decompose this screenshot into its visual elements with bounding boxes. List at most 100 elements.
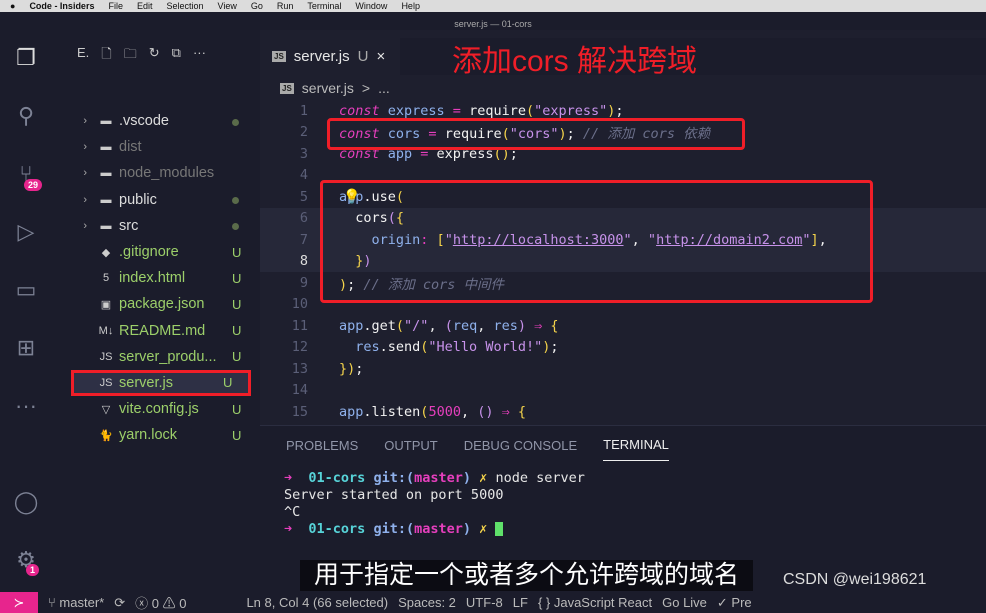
- code-line: 12 res.send("Hello World!");: [260, 337, 986, 359]
- menu-window[interactable]: Window: [355, 1, 387, 11]
- file-icon: JS: [99, 376, 113, 389]
- code-token: express: [379, 102, 453, 119]
- code-token: ;: [615, 102, 624, 119]
- app-name[interactable]: Code - Insiders: [29, 1, 94, 11]
- tab-output[interactable]: OUTPUT: [384, 438, 437, 453]
- menu-go[interactable]: Go: [251, 1, 263, 11]
- git-status: [232, 218, 260, 233]
- tab-terminal[interactable]: TERMINAL: [603, 437, 669, 461]
- tree-item[interactable]: › ▬ dist: [55, 134, 260, 160]
- tree-item[interactable]: ▣ package.json U: [55, 291, 260, 317]
- more-icon[interactable]: ···: [12, 392, 40, 420]
- code-token: ,: [477, 317, 494, 334]
- code-token: {: [550, 317, 559, 334]
- code-token: .listen: [363, 403, 421, 420]
- breadcrumb-file[interactable]: server.js: [302, 80, 354, 96]
- tab-debug-console[interactable]: DEBUG CONSOLE: [464, 438, 577, 453]
- breadcrumb-symbol[interactable]: ...: [378, 80, 390, 96]
- tree-item[interactable]: › ▬ public: [55, 187, 260, 213]
- menu-help[interactable]: Help: [401, 1, 420, 11]
- problems-indicator[interactable]: ⓧ 0 ⚠ 0: [135, 593, 186, 612]
- menu-terminal[interactable]: Terminal: [307, 1, 341, 11]
- scm-badge: 29: [24, 179, 43, 191]
- menu-selection[interactable]: Selection: [166, 1, 203, 11]
- new-file-icon[interactable]: 🗋: [101, 45, 111, 67]
- terminal-cursor: [495, 522, 504, 536]
- line-number: 11: [291, 317, 308, 334]
- eol[interactable]: LF: [513, 595, 528, 610]
- collapse-all-icon[interactable]: ⧉: [172, 45, 181, 67]
- remote-icon[interactable]: ≻: [0, 592, 38, 613]
- code-token: "Hello World!": [428, 339, 543, 356]
- code-token: }: [339, 360, 348, 377]
- status-bar: ≻ ⑂ master* ⟳ ⓧ 0 ⚠ 0 Ln 8, Col 4 (66 se…: [0, 592, 986, 613]
- menu-file[interactable]: File: [108, 1, 123, 11]
- menu-view[interactable]: View: [218, 1, 237, 11]
- tree-item[interactable]: ▽ vite.config.js U: [55, 396, 260, 422]
- tree-item-label: dist: [119, 139, 142, 156]
- tree-item[interactable]: 5 index.html U: [55, 265, 260, 291]
- js-file-icon: JS: [280, 82, 294, 94]
- branch-indicator[interactable]: ⑂ master*: [48, 595, 104, 610]
- folder-icon: ▬: [100, 219, 112, 232]
- go-live-button[interactable]: Go Live: [662, 595, 707, 610]
- terminal-line: ➜ 01-cors git:(master) ✗: [284, 521, 986, 538]
- code-token: const: [339, 102, 380, 119]
- refresh-icon[interactable]: ↻: [149, 45, 160, 67]
- tab-problems[interactable]: PROBLEMS: [286, 438, 358, 453]
- tree-item[interactable]: 🐈 yarn.lock U: [55, 422, 260, 448]
- more-actions-icon[interactable]: ···: [193, 45, 206, 67]
- code-token: =: [452, 102, 461, 119]
- editor: JS server.js U × 添加cors 解决跨域 JS server.j…: [260, 30, 986, 425]
- close-icon[interactable]: ×: [377, 48, 386, 65]
- code-token: {: [517, 403, 527, 420]
- code-token: res: [493, 317, 518, 334]
- tab-server-js[interactable]: JS server.js U ×: [260, 38, 400, 75]
- code-token: (: [444, 317, 453, 334]
- menu-run[interactable]: Run: [277, 1, 294, 11]
- apple-icon[interactable]: ●: [10, 1, 15, 11]
- activity-bar: ❐ ⚲ ⑂ 29 ▷ ▭ ⊞ ··· ◯ ⚙ 1: [0, 30, 55, 592]
- sync-icon[interactable]: ⟳: [114, 595, 125, 611]
- explorer-icon[interactable]: ❐: [12, 44, 40, 72]
- tree-item[interactable]: JS server.js U: [71, 369, 251, 397]
- cursor-position[interactable]: Ln 8, Col 4 (66 selected): [246, 595, 388, 610]
- git-status: [232, 192, 260, 207]
- prettier-status[interactable]: ✓ Pre: [717, 595, 752, 611]
- file-icon: 🐈: [99, 429, 113, 442]
- tree-item[interactable]: › ▬ .vscode: [55, 108, 260, 134]
- tree-item[interactable]: › ▬ src: [55, 213, 260, 239]
- terminal-line: ^C: [284, 504, 301, 520]
- code-token: ⇒: [493, 403, 518, 420]
- line-number: 7: [299, 231, 308, 248]
- code-token: app: [339, 317, 364, 334]
- chevron-right-icon: ›: [83, 141, 87, 154]
- folder-icon: ▬: [100, 167, 112, 180]
- indentation[interactable]: Spaces: 2: [398, 595, 456, 610]
- chevron-right-icon: ›: [83, 115, 87, 128]
- code-token: app: [339, 403, 364, 420]
- tree-item-label: index.html: [119, 270, 186, 287]
- tree-item-label: .gitignore: [119, 244, 179, 261]
- file-icon: ◆: [101, 246, 111, 259]
- code-line: 11 app.get("/", (req, res) ⇒ {: [260, 315, 986, 337]
- line-number: 8: [299, 253, 308, 270]
- code-token: res: [339, 339, 380, 356]
- chevron-right-icon: ›: [83, 193, 87, 206]
- tree-item[interactable]: M↓ README.md U: [55, 318, 260, 344]
- code-token: ⇒: [526, 317, 551, 334]
- encoding[interactable]: UTF-8: [466, 595, 503, 610]
- menu-edit[interactable]: Edit: [137, 1, 153, 11]
- account-icon[interactable]: ◯: [12, 488, 40, 516]
- remote-explorer-icon[interactable]: ▭: [12, 276, 40, 304]
- tree-item[interactable]: › ▬ node_modules: [55, 160, 260, 186]
- extensions-icon[interactable]: ⊞: [12, 334, 40, 362]
- new-folder-icon[interactable]: 🗀: [124, 45, 137, 67]
- chevron-right-icon: ›: [83, 167, 87, 180]
- terminal[interactable]: ➜ 01-cors git:(master) ✗ node server Ser…: [260, 470, 986, 538]
- tree-item[interactable]: ◆ .gitignore U: [55, 239, 260, 265]
- tree-item[interactable]: JS server_produ... U: [55, 344, 260, 370]
- run-debug-icon[interactable]: ▷: [12, 218, 40, 246]
- language-mode[interactable]: { } JavaScript React: [538, 595, 652, 610]
- search-icon[interactable]: ⚲: [12, 102, 40, 130]
